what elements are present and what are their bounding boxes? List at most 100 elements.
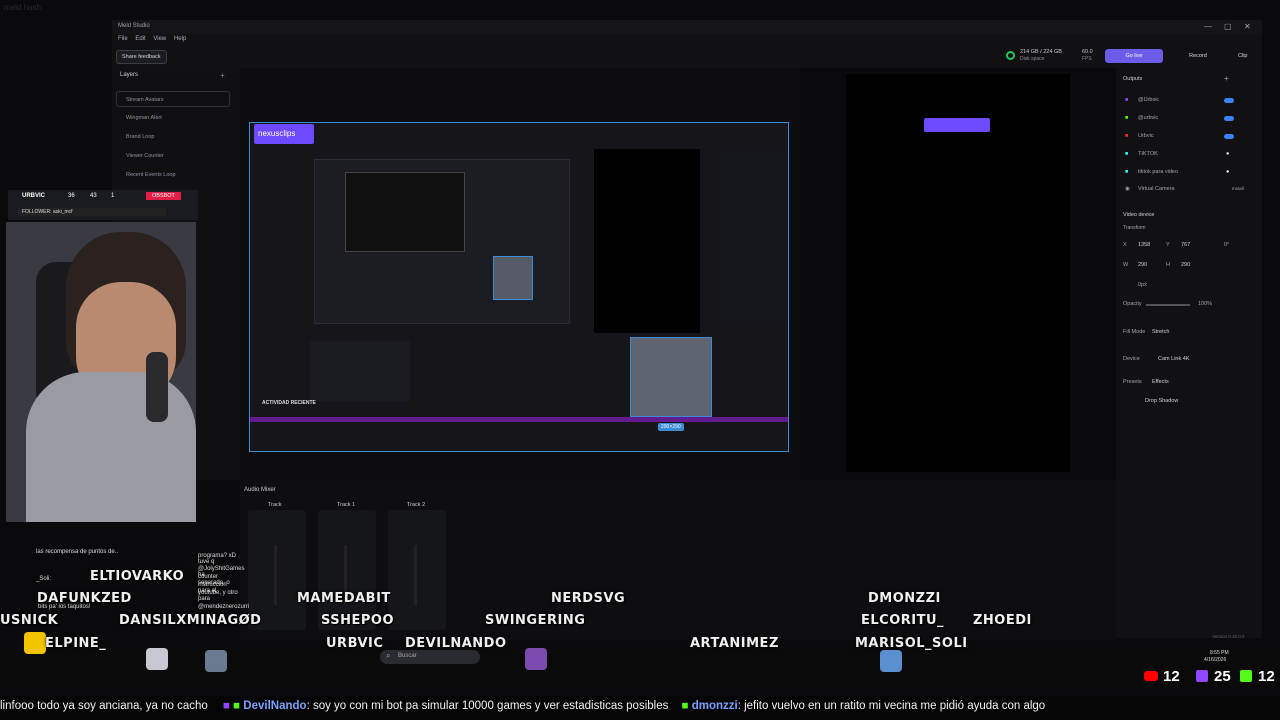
webcam-source-selected[interactable] (630, 337, 712, 417)
ticker-message: : soy yo con mi bot pa simular 10000 gam… (306, 700, 669, 712)
drop-shadow-effect[interactable]: Drop Shadow (1145, 398, 1178, 404)
nested-webcam (493, 256, 533, 300)
output-item[interactable]: Virtual Camera (1138, 186, 1175, 192)
output-item[interactable]: Urbvic (1138, 133, 1154, 139)
opacity-label: Opacity (1123, 301, 1142, 307)
corner-text: meld hash (4, 3, 41, 12)
menu-bar: File Edit View Help (112, 34, 1262, 46)
fill-mode-label: Fill Mode (1123, 329, 1146, 335)
output-item[interactable]: @urbvic (1138, 115, 1158, 121)
youtube-count: 12 (1163, 668, 1180, 685)
x-label: X (1123, 242, 1127, 248)
w-field[interactable]: 290 (1138, 262, 1147, 268)
audio-mixer-title: Audio Mixer (244, 487, 276, 493)
viewer-name: ELTIOVARKO (90, 569, 185, 584)
output-preview (846, 74, 1070, 472)
twitch-icon: ■ (222, 700, 230, 712)
go-live-button[interactable]: Go live (1105, 49, 1163, 63)
fps-label: FPS (1082, 56, 1092, 62)
share-feedback-button[interactable]: Share feedback (116, 50, 167, 64)
nested-preview-inner (345, 172, 465, 252)
output-item[interactable]: tiktok para video (1138, 169, 1178, 175)
tiktok-icon: ■ (1125, 151, 1129, 157)
kick-icon: ■ (233, 700, 241, 712)
presets-tab[interactable]: Presets (1123, 379, 1142, 385)
search-icon: ⌕ (386, 651, 391, 660)
add-layer-icon[interactable]: + (220, 71, 225, 80)
clock-time: 8:55 PM (1210, 650, 1229, 656)
output-item[interactable]: TIKTOK (1138, 151, 1158, 157)
viewer-name: NERDSVG (551, 591, 626, 606)
track-strip[interactable] (318, 510, 376, 630)
install-button[interactable]: Install (1232, 186, 1244, 191)
status-dot-icon: ● (1226, 169, 1230, 175)
toolbar: Share feedback 214 GB / 224 GB Disk spac… (112, 46, 1262, 68)
layer-item[interactable]: Viewer Counter (126, 153, 164, 159)
clock-date: 4/16/2026 (1204, 657, 1227, 663)
taskbar-search[interactable]: ⌕ Buscar (380, 650, 480, 664)
add-output-icon[interactable]: + (1224, 74, 1229, 83)
layer-item[interactable]: Brand Loop (126, 134, 154, 140)
clip-button[interactable]: Clip (1232, 49, 1253, 63)
ticker-username: DevilNando (243, 700, 307, 712)
viewer-name: ARTANIMEZ (690, 636, 779, 651)
fader[interactable] (414, 545, 417, 605)
x-field[interactable]: 1358 (1138, 242, 1150, 248)
sprite-avatar (525, 648, 547, 670)
version-label: Version 0.10.0.0 (1212, 634, 1245, 639)
output-toggle[interactable] (1224, 134, 1234, 139)
fps-value: 60.0 (1082, 49, 1093, 55)
record-button[interactable]: Record (1172, 49, 1224, 63)
nested-mixer (310, 341, 410, 401)
corner-radius-field[interactable]: 0px (1138, 282, 1147, 288)
viewer-name: URBVIC (326, 636, 384, 651)
viewer-name: SSHEPOO (321, 613, 395, 628)
disk-icon (1006, 51, 1015, 60)
properties-panel: Outputs + ■ @Urbvic ■ @urbvic ■ Urbvic ■… (1116, 68, 1262, 639)
chat-line: las recompensa de puntos de.. (36, 549, 119, 555)
follower-alert: FOLLOWER: aski_mcf (18, 208, 166, 216)
maximize-icon[interactable]: ▢ (1224, 22, 1232, 31)
viewer-name: MAMEDABIT (297, 591, 391, 606)
layer-item[interactable]: Recent Events Loop (126, 172, 176, 178)
chat-line: programa? xD tuve q (198, 553, 237, 565)
fill-mode-select[interactable]: Stretch (1152, 329, 1169, 335)
rotation-field[interactable]: 0° (1224, 242, 1229, 248)
menu-edit[interactable]: Edit (135, 36, 145, 42)
track-strip[interactable] (388, 510, 446, 630)
track-strip[interactable] (248, 510, 306, 630)
y-label: Y (1166, 242, 1170, 248)
stat-1: 36 (68, 193, 75, 199)
menu-file[interactable]: File (118, 36, 128, 42)
h-field[interactable]: 290 (1181, 262, 1190, 268)
layer-item[interactable]: Wingman Alert (126, 115, 162, 121)
sprite-avatar (880, 650, 902, 672)
output-item[interactable]: @Urbvic (1138, 97, 1159, 103)
close-icon[interactable]: ✕ (1244, 22, 1251, 31)
viewer-name: MARISOL_SOLI (855, 636, 968, 651)
effects-tab[interactable]: Effects (1152, 379, 1169, 385)
kick-count: 12 (1258, 668, 1275, 685)
app-titlebar: Meld Studio — ▢ ✕ (112, 20, 1262, 34)
opacity-slider[interactable] (1146, 304, 1190, 306)
size-badge: 290×290 (658, 423, 684, 431)
recent-activity-label: ACTIVIDAD RECIENTE (262, 400, 316, 406)
scene-preview[interactable]: nexusclips 290×290 ACTIVIDAD RECIENTE (249, 122, 789, 452)
fader[interactable] (274, 545, 277, 605)
output-toggle[interactable] (1224, 116, 1234, 121)
stream-screen: meld hash Meld Studio — ▢ ✕ File Edit Vi… (0, 0, 1280, 720)
twitch-icon (1196, 670, 1208, 682)
twitch-count: 25 (1214, 668, 1231, 685)
device-select[interactable]: Cam Link 4K (1158, 356, 1190, 362)
y-field[interactable]: 767 (1181, 242, 1190, 248)
layer-item[interactable]: Stream Avatars (126, 97, 164, 103)
output-toggle[interactable] (1224, 98, 1234, 103)
ticker-message: linfooo todo ya soy anciana, ya no cacho (0, 700, 208, 712)
youtube-icon (1144, 671, 1158, 681)
outputs-title: Outputs (1123, 76, 1143, 82)
menu-view[interactable]: View (153, 36, 166, 42)
menu-help[interactable]: Help (174, 36, 186, 42)
minimize-icon[interactable]: — (1204, 22, 1212, 31)
viewer-name: SWINGERING (485, 613, 586, 628)
viewer-name: DANSILXMINAGØD (119, 613, 262, 628)
